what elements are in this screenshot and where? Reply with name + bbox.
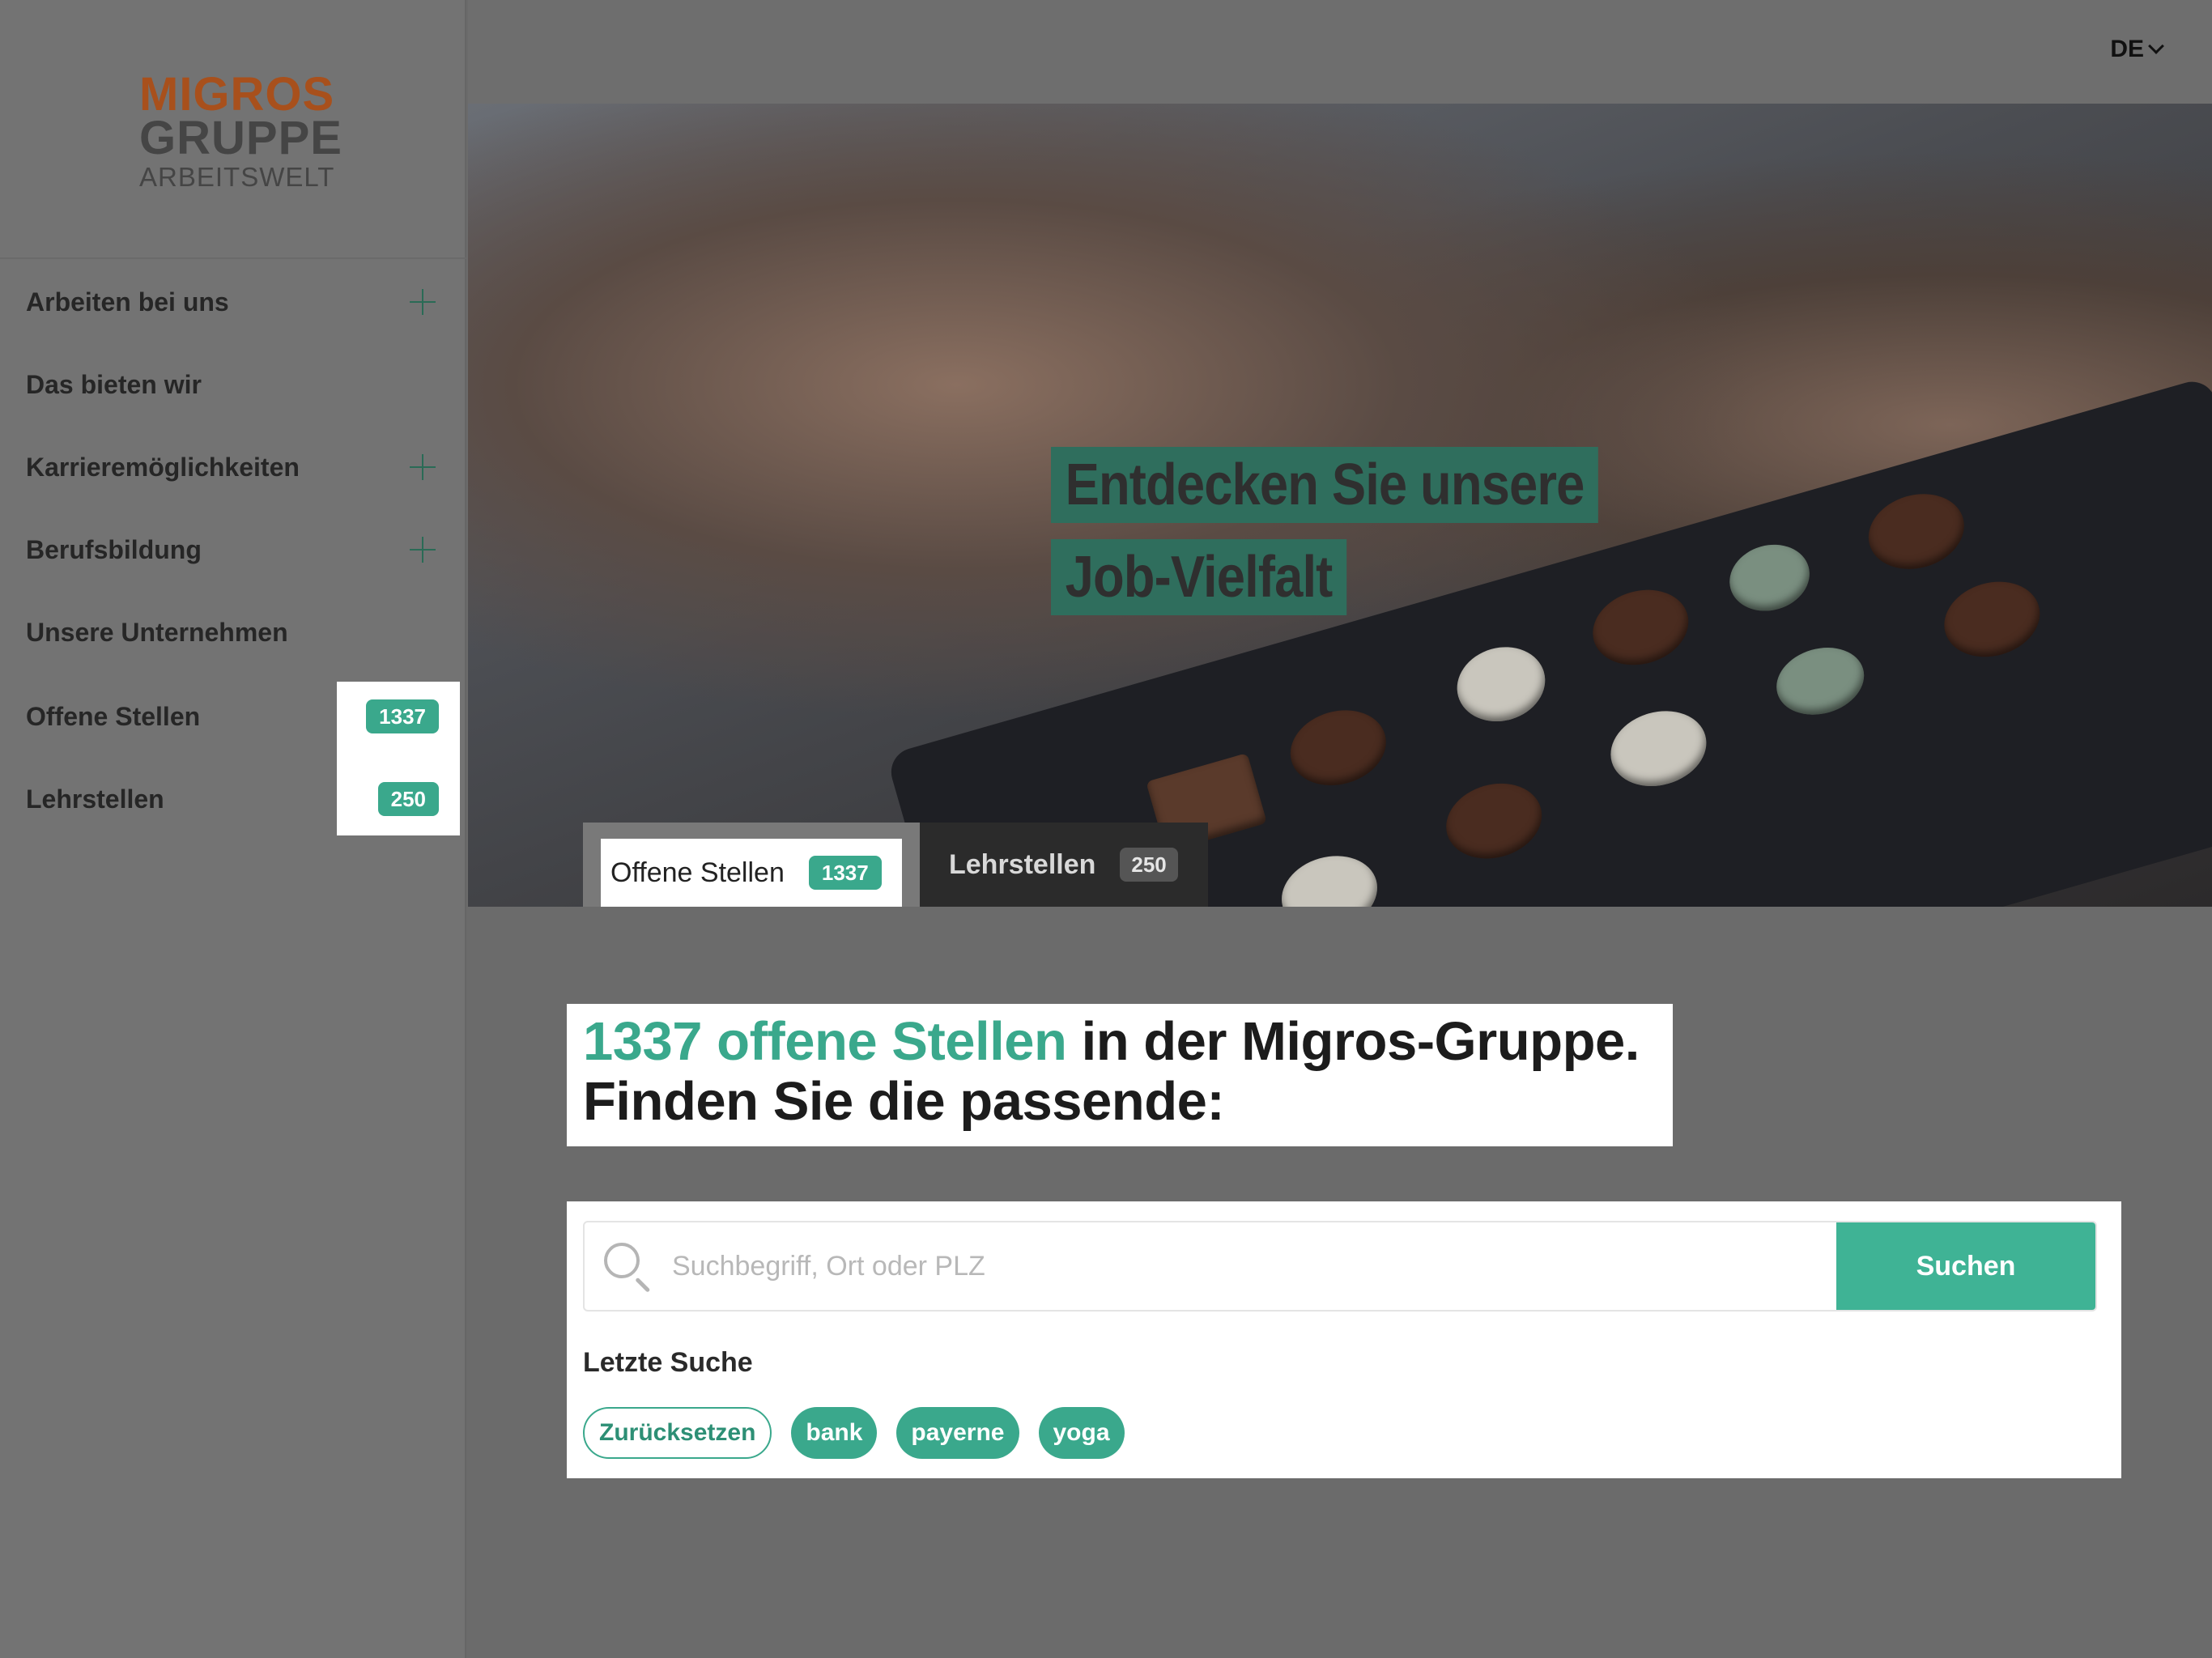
sidebar-item-karrieremoeglichkeiten[interactable]: Karrieremöglichkeiten (26, 439, 440, 495)
sidebar-item-label: Das bieten wir (26, 369, 202, 399)
hero-banner: Entdecken Sie unsere Job-Vielfalt (468, 104, 2212, 907)
job-search-panel: Suchen Letzte Suche Zurücksetzen bank pa… (567, 1201, 2121, 1478)
expand-plus-icon[interactable] (410, 289, 436, 315)
migros-logo[interactable]: MIGROS GRUPPE ARBEITSWELT (139, 71, 342, 192)
expand-plus-icon[interactable] (410, 454, 436, 480)
hero-tabs: Offene Stellen 1337 Lehrstellen 250 (583, 823, 1208, 907)
sidebar-item-das-bieten-wir[interactable]: Das bieten wir (26, 356, 440, 413)
count-badge: 250 (377, 782, 439, 816)
sidebar-divider (0, 257, 466, 259)
jobs-headline: 1337 offene Stellen in der Migros-Gruppe… (567, 1004, 1673, 1146)
headline-line-2: Finden Sie die passende: (583, 1071, 1225, 1132)
hero-image-detail (1281, 699, 1395, 797)
logo-line-arbeitswelt: ARBEITSWELT (139, 162, 335, 192)
recent-search-chips: Zurücksetzen bank payerne yoga (583, 1407, 1125, 1459)
tab-label: Lehrstellen (949, 848, 1096, 880)
hero-title-line: Job-Vielfalt (1051, 539, 1346, 615)
tab-label: Offene Stellen (610, 857, 785, 888)
logo-line-gruppe: GRUPPE (139, 112, 342, 164)
hero-image-detail (1859, 483, 1973, 580)
hero-image-detail (1448, 636, 1555, 732)
hero-image-detail (1437, 772, 1551, 869)
sidebar-item-label: Arbeiten bei uns (26, 287, 229, 317)
expand-plus-icon[interactable] (410, 537, 436, 563)
search-field[interactable] (585, 1222, 1836, 1310)
recent-search-chip[interactable]: yoga (1038, 1407, 1125, 1459)
sidebar-item-label: Offene Stellen (26, 701, 201, 731)
hero-title-line: Entdecken Sie unsere (1051, 447, 1599, 523)
tab-offene-stellen[interactable]: Offene Stellen 1337 (583, 823, 920, 907)
headline-accent: 1337 offene Stellen (583, 1011, 1067, 1072)
search-button[interactable]: Suchen (1836, 1222, 2095, 1310)
count-badge: 1337 (366, 699, 439, 733)
hero-image-detail (1768, 637, 1873, 725)
language-label: DE (2110, 36, 2144, 62)
hero-image-detail (1602, 699, 1716, 797)
recent-search-chip[interactable]: payerne (896, 1407, 1019, 1459)
top-header: DE (468, 0, 2212, 104)
sidebar-item-lehrstellen[interactable]: Lehrstellen 250 (26, 771, 440, 827)
sidebar-item-berufsbildung[interactable]: Berufsbildung (26, 521, 440, 578)
sidebar-item-label: Unsere Unternehmen (26, 617, 288, 647)
hero-image-detail (1935, 571, 2049, 668)
hero-image-detail (1721, 535, 1818, 620)
chevron-down-icon (2148, 38, 2164, 54)
search-input[interactable] (672, 1250, 1644, 1282)
sidebar-item-label: Karrieremöglichkeiten (26, 452, 300, 482)
reset-recent-button[interactable]: Zurücksetzen (583, 1407, 772, 1459)
hero-title: Entdecken Sie unsere Job-Vielfalt (1051, 447, 1673, 615)
tab-content: Offene Stellen 1337 (601, 839, 902, 907)
hero-image-detail (1272, 844, 1387, 907)
sidebar-item-label: Berufsbildung (26, 534, 202, 564)
search-icon (604, 1243, 651, 1293)
headline-line-1: 1337 offene Stellen in der Migros-Gruppe… (583, 1012, 1673, 1072)
headline-rest: in der Migros-Gruppe. (1066, 1011, 1640, 1072)
count-badge: 1337 (808, 856, 882, 890)
sidebar: MIGROS GRUPPE ARBEITSWELT Arbeiten bei u… (0, 0, 466, 1658)
sidebar-item-arbeiten-bei-uns[interactable]: Arbeiten bei uns (26, 274, 440, 330)
language-selector[interactable]: DE (2110, 36, 2164, 63)
recent-search-title: Letzte Suche (583, 1347, 753, 1378)
sidebar-item-unsere-unternehmen[interactable]: Unsere Unternehmen (26, 604, 440, 661)
search-bar: Suchen (583, 1221, 2097, 1312)
sidebar-item-offene-stellen[interactable]: Offene Stellen 1337 (26, 688, 440, 745)
tab-lehrstellen[interactable]: Lehrstellen 250 (920, 823, 1208, 907)
search-icon-ring (604, 1243, 640, 1278)
search-icon-handle (635, 1277, 651, 1293)
recent-search-chip[interactable]: bank (791, 1407, 878, 1459)
count-badge: 250 (1120, 848, 1178, 882)
sidebar-item-label: Lehrstellen (26, 784, 164, 814)
